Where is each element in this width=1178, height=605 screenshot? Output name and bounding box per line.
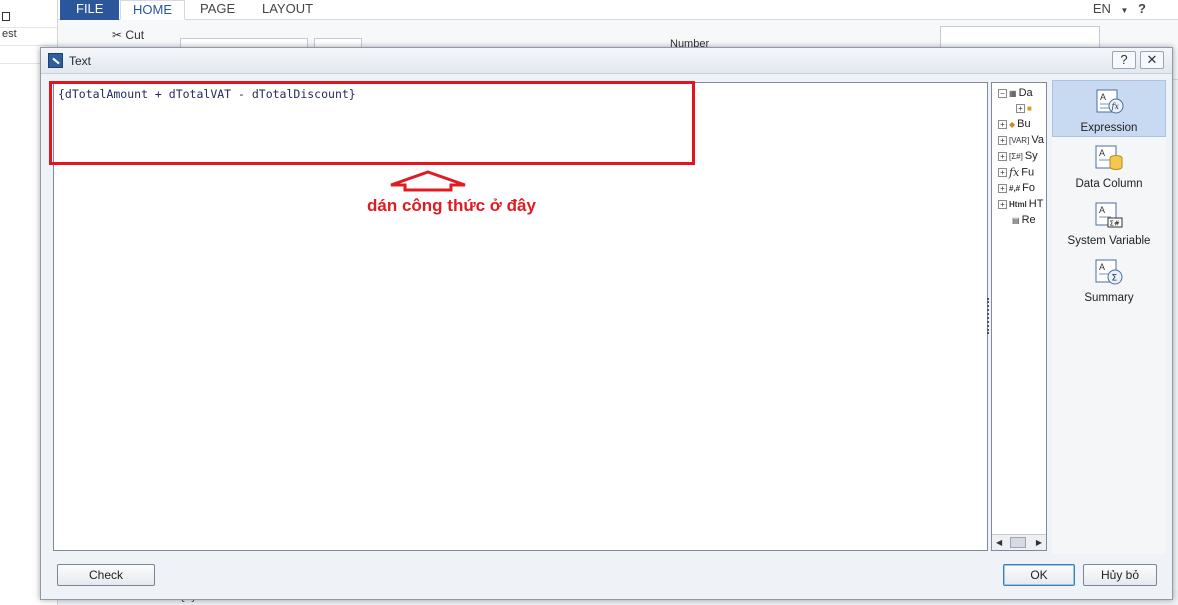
svg-text:fx: fx [1111, 102, 1120, 111]
svg-text:A: A [1099, 262, 1105, 272]
horizontal-scrollbar[interactable]: ◀ ▶ [992, 534, 1046, 550]
tree-item[interactable]: + ◆ Bu [998, 118, 1031, 133]
dialog-title: Text [69, 54, 92, 68]
tab-page[interactable]: PAGE [200, 0, 235, 20]
tab-file[interactable]: FILE [60, 0, 120, 20]
panel-splitter[interactable] [987, 298, 990, 334]
expand-icon[interactable]: + [998, 183, 1007, 193]
business-icon: ◆ [1009, 119, 1016, 129]
system-variable-label: System Variable [1067, 235, 1151, 247]
help-button[interactable]: ? [1112, 51, 1136, 69]
svg-text:A: A [1100, 92, 1106, 102]
folder-icon: ■ [1027, 103, 1032, 113]
svg-text:Σ#: Σ# [1110, 220, 1120, 228]
ribbon-tabs: FILE HOME PAGE LAYOUT EN ▼ ? [58, 0, 1178, 20]
variable-icon: [VAR] [1009, 135, 1030, 145]
collapse-icon[interactable]: − [998, 88, 1007, 98]
cut-button[interactable]: ✂ Cut [112, 28, 144, 42]
data-tree[interactable]: − ▦ Da + ■ + ◆ Bu + [VAR] Va + [Σ#] Sy + fx Fu + #,#… [991, 82, 1047, 551]
html-icon: Html [1009, 199, 1027, 209]
title-buttons: ? ✕ [1112, 51, 1164, 69]
system-variable-icon: [Σ#] [1009, 151, 1023, 161]
tree-item[interactable]: + #,# Fo [998, 182, 1035, 197]
language-label: EN [1092, 1, 1111, 16]
expression-icon: A fx [1096, 89, 1124, 114]
scroll-right-icon[interactable]: ▶ [1036, 538, 1042, 547]
tree-item-label: Bu [1017, 118, 1031, 130]
tree-item[interactable]: + fx Fu [998, 166, 1034, 181]
annotation-text: dán công thức ở đây [367, 196, 536, 215]
tree-item-label: Fo [1022, 182, 1035, 194]
system-variable-button[interactable]: A Σ# System Variable [1052, 194, 1166, 251]
tree-item-label: HT [1028, 198, 1044, 210]
scroll-thumb[interactable] [1010, 537, 1026, 548]
svg-text:Σ: Σ [1112, 274, 1118, 284]
expand-icon[interactable]: + [998, 168, 1007, 177]
text-dialog: Text ? ✕ {dTotalAmount + dTotalVAT - dTo… [40, 47, 1173, 600]
check-button[interactable]: Check [57, 564, 155, 586]
tree-item[interactable]: + [Σ#] Sy [998, 150, 1038, 165]
expand-icon[interactable]: + [998, 119, 1007, 129]
tree-item[interactable]: + ■ [1016, 102, 1034, 117]
tab-home[interactable]: HOME [120, 0, 185, 20]
insert-side-panel: A fx Expression A Data Column A Σ# Syste… [1052, 80, 1166, 554]
function-icon: fx [1009, 166, 1020, 179]
text-editor-icon [48, 53, 63, 68]
tree-item[interactable]: + Html HT [998, 198, 1043, 213]
data-column-button[interactable]: A Data Column [1052, 137, 1166, 194]
sheet-row [0, 10, 57, 28]
scissors-icon: ✂ [112, 28, 123, 42]
svg-text:A: A [1099, 205, 1105, 215]
expand-icon[interactable]: + [998, 199, 1007, 209]
data-column-label: Data Column [1075, 178, 1143, 190]
data-column-icon: A [1095, 145, 1123, 170]
summary-icon: A Σ [1095, 259, 1123, 285]
up-arrow-icon [390, 170, 466, 192]
tree-item-label: Sy [1024, 150, 1038, 162]
summary-button[interactable]: A Σ Summary [1052, 251, 1166, 308]
tree-item-label: Da [1018, 87, 1033, 99]
language-indicator[interactable]: EN ▼ ? [1093, 1, 1146, 16]
sheet-row: est [0, 28, 57, 46]
table-icon: ▦ [1009, 88, 1017, 98]
summary-label: Summary [1084, 292, 1134, 304]
expand-icon[interactable]: + [998, 151, 1007, 161]
cancel-button[interactable]: Hủy bỏ [1083, 564, 1157, 586]
system-variable-icon: A Σ# [1095, 202, 1123, 228]
tree-item-label: Re [1021, 214, 1036, 226]
ok-button[interactable]: OK [1003, 564, 1075, 586]
tree-item[interactable]: ▤ Re [1012, 214, 1036, 229]
cut-label: Cut [125, 28, 145, 42]
help-icon[interactable]: ? [1138, 1, 1146, 16]
expand-icon[interactable]: + [1016, 103, 1025, 113]
tab-layout[interactable]: LAYOUT [262, 0, 313, 20]
svg-text:A: A [1099, 148, 1105, 158]
dialog-title-bar[interactable]: Text ? ✕ [41, 48, 1172, 74]
expression-label: Expression [1080, 122, 1138, 134]
expression-button[interactable]: A fx Expression [1052, 80, 1166, 137]
tree-item[interactable]: − ▦ Da [998, 87, 1033, 102]
tree-item-label: Fu [1021, 166, 1035, 179]
expand-icon[interactable]: + [998, 135, 1007, 145]
report-icon: ▤ [1012, 215, 1020, 225]
tree-item-label: Va [1031, 134, 1044, 146]
format-icon: #,# [1009, 183, 1021, 193]
tree-item[interactable]: + [VAR] Va [998, 134, 1044, 149]
close-button[interactable]: ✕ [1140, 51, 1164, 69]
chevron-down-icon: ▼ [1120, 6, 1129, 15]
highlight-box [49, 81, 695, 165]
scroll-left-icon[interactable]: ◀ [996, 538, 1002, 547]
